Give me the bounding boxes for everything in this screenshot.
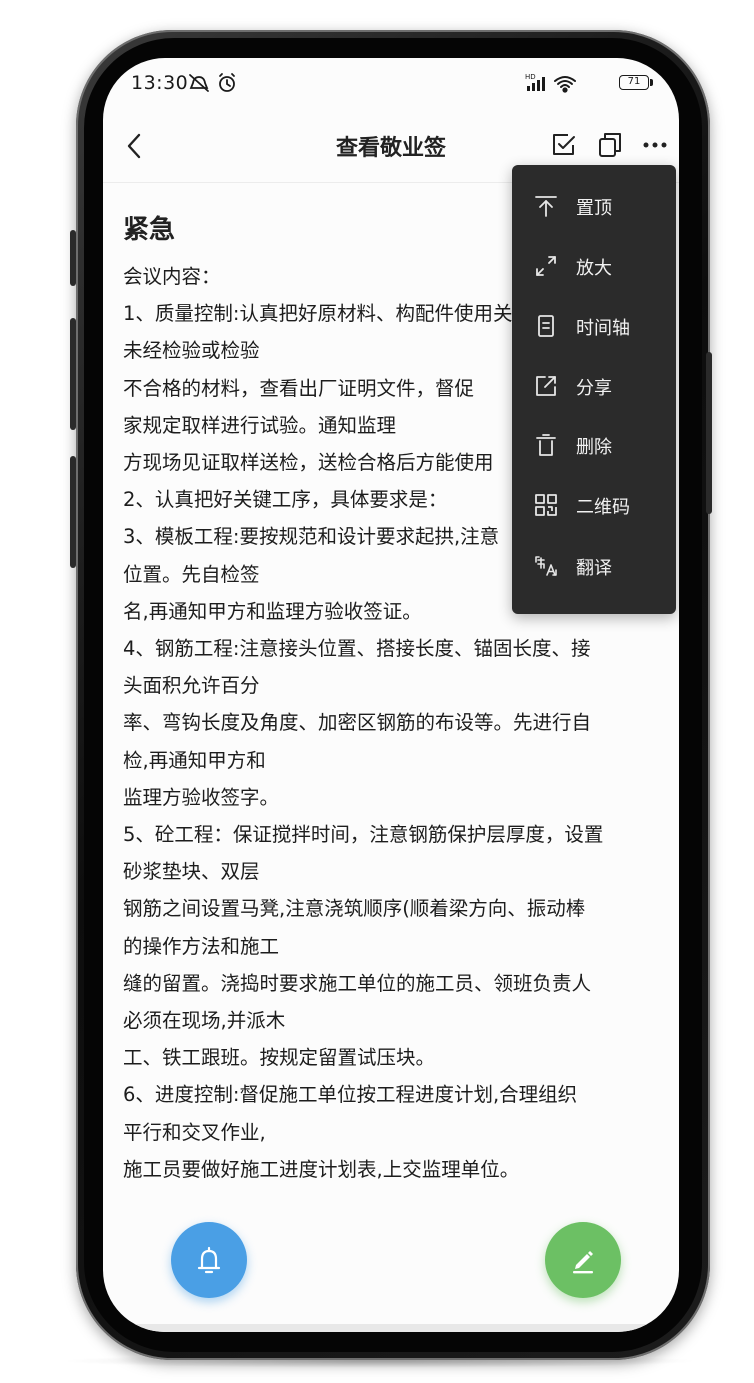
note-line: 5、砼工程：保证搅拌时间，注意钢筋保护层厚度，设置 xyxy=(123,823,604,847)
note-line: 施工员要做好施工进度计划表,上交监理单位。 xyxy=(123,1157,520,1181)
device-mockup: 13:30 HD 71 查看敬业签 紧急 会议内容： 1、质量控制:认真把好原材… xyxy=(0,0,754,1383)
menu-item-label: 置顶 xyxy=(576,198,612,219)
menu-item-label: 翻译 xyxy=(576,558,612,579)
note-line: 缝的留置。浇捣时要求施工单位的施工员、领班负责人 xyxy=(123,971,592,995)
signal-hd-label: HD xyxy=(525,73,536,81)
reminder-fab-button[interactable] xyxy=(171,1222,247,1298)
phone-screen: 13:30 HD 71 查看敬业签 紧急 会议内容： 1、质量控制:认真把好原材… xyxy=(103,58,679,1332)
translate-icon xyxy=(535,556,557,576)
menu-item-label: 删除 xyxy=(576,437,612,458)
mute-notification-icon xyxy=(189,74,209,92)
note-line: 的操作方法和施工 xyxy=(123,934,280,958)
battery-tip xyxy=(650,79,653,86)
bell-icon xyxy=(197,1246,221,1274)
menu-item-pin-top[interactable]: 置顶 xyxy=(512,180,676,232)
menu-item-label: 时间轴 xyxy=(576,318,630,339)
expand-icon xyxy=(536,256,556,276)
copy-icon[interactable] xyxy=(597,131,623,159)
mute-switch xyxy=(70,456,76,568)
page-title: 查看敬业签 xyxy=(335,136,446,161)
volume-down-button xyxy=(70,318,76,430)
qr-code-icon xyxy=(535,494,557,516)
more-options-icon[interactable] xyxy=(643,140,667,150)
menu-item-label: 二维码 xyxy=(576,497,630,518)
status-icons-left xyxy=(189,73,235,92)
menu-item-translate[interactable]: 翻译 xyxy=(512,540,676,592)
share-icon xyxy=(536,376,556,396)
alarm-clock-icon xyxy=(219,73,235,92)
checklist-icon[interactable] xyxy=(551,132,577,158)
volume-up-button xyxy=(70,230,76,286)
status-time: 13:30 xyxy=(131,72,189,94)
timeline-icon xyxy=(538,315,554,337)
status-icons-right: HD xyxy=(525,73,576,93)
bottom-edge xyxy=(103,1324,679,1332)
pin-top-icon xyxy=(535,196,557,217)
note-line: 率、弯钩长度及角度、加密区钢筋的布设等。先进行自 xyxy=(123,711,592,735)
note-line: 平行和交叉作业, xyxy=(123,1120,266,1144)
note-line: 监理方验收签字。 xyxy=(123,785,280,809)
menu-item-label: 放大 xyxy=(576,258,612,279)
note-line: 检,再通知甲方和 xyxy=(123,748,266,772)
note-line: 砂浆垫块、双层 xyxy=(123,860,260,884)
wifi-icon xyxy=(554,76,576,93)
menu-item-label: 分享 xyxy=(576,378,612,399)
power-button xyxy=(706,352,712,514)
menu-item-expand[interactable]: 放大 xyxy=(512,240,676,292)
trash-icon xyxy=(536,434,556,456)
more-options-menu: 置顶 放大 时间轴 分享 删除 二维码 翻译 xyxy=(512,165,676,614)
battery-indicator: 71 xyxy=(619,75,649,90)
signal-icon: HD xyxy=(525,73,545,91)
edit-fab-button[interactable] xyxy=(545,1222,621,1298)
note-line: 6、进度控制:督促施工单位按工程进度计划,合理组织 xyxy=(123,1083,578,1107)
note-line: 钢筋之间设置马凳,注意浇筑顺序(顺着梁方向、振动棒 xyxy=(123,897,586,921)
menu-item-timeline[interactable]: 时间轴 xyxy=(512,300,676,352)
pencil-icon xyxy=(573,1251,593,1274)
note-line: 4、钢筋工程:注意接头位置、搭接长度、锚固长度、接 xyxy=(123,637,591,661)
note-line: 头面积允许百分 xyxy=(123,674,260,698)
menu-item-share[interactable]: 分享 xyxy=(512,360,676,412)
menu-item-delete[interactable]: 删除 xyxy=(512,419,676,471)
note-line: 必须在现场,并派木 xyxy=(123,1009,286,1033)
note-line: 工、铁工跟班。按规定留置试压块。 xyxy=(123,1046,436,1070)
menu-item-qr-code[interactable]: 二维码 xyxy=(512,479,676,531)
status-bar: 13:30 HD 71 xyxy=(103,58,679,108)
